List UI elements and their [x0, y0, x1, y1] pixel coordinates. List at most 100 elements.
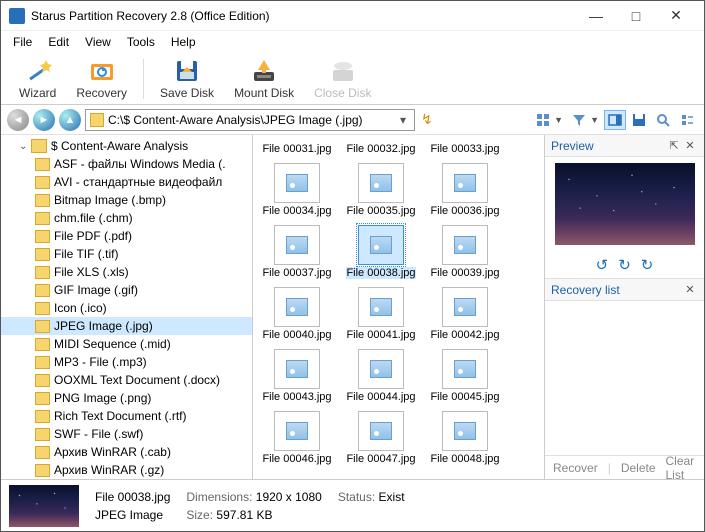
recovery-list[interactable] [545, 301, 704, 455]
path-dropdown-icon[interactable]: ▾ [396, 113, 410, 127]
file-label: File 00038.jpg [346, 267, 415, 279]
save-button[interactable] [628, 110, 650, 130]
chevron-down-icon[interactable]: ▼ [590, 115, 599, 125]
folder-icon [35, 248, 50, 261]
file-item[interactable]: File 00034.jpg [255, 159, 339, 221]
file-label: File 00037.jpg [262, 267, 331, 279]
status-label: Status: [338, 490, 375, 504]
file-item[interactable]: File 00041.jpg [339, 283, 423, 345]
nav-back-button[interactable]: ◄ [7, 109, 29, 131]
refresh-button[interactable]: ↯ [419, 111, 435, 128]
minimize-button[interactable]: ― [576, 2, 616, 30]
tree-item-label: Rich Text Document (.rtf) [54, 409, 186, 423]
preview-close-icon[interactable]: ✕ [682, 139, 698, 152]
options-button[interactable] [676, 110, 698, 130]
file-label: File 00043.jpg [262, 391, 331, 403]
recovery-list-header: Recovery list ✕ [545, 279, 704, 301]
file-item[interactable]: File 00045.jpg [423, 345, 507, 407]
file-label: File 00044.jpg [346, 391, 415, 403]
preview-pin-icon[interactable]: ⇱ [666, 139, 682, 152]
close-button[interactable]: ✕ [656, 2, 696, 30]
file-item[interactable]: File 00036.jpg [423, 159, 507, 221]
image-icon [286, 236, 308, 254]
tree-item[interactable]: JPEG Image (.jpg) [1, 317, 252, 335]
file-item[interactable]: File 00043.jpg [255, 345, 339, 407]
preview-toggle-button[interactable] [604, 110, 626, 130]
tree-item[interactable]: Rich Text Document (.rtf) [1, 407, 252, 425]
folder-icon [35, 320, 50, 333]
tree-item-label: Bitmap Image (.bmp) [54, 193, 166, 207]
image-icon [286, 174, 308, 192]
menu-help[interactable]: Help [163, 33, 204, 51]
mount-disk-icon [250, 58, 278, 84]
tree-item-label: Icon (.ico) [54, 301, 107, 315]
file-item[interactable]: File 00038.jpg [339, 221, 423, 283]
tree-item[interactable]: chm.file (.chm) [1, 209, 252, 227]
tree-item[interactable]: OOXML Text Document (.docx) [1, 371, 252, 389]
nav-forward-button[interactable]: ► [33, 109, 55, 131]
tree-item[interactable]: PNG Image (.png) [1, 389, 252, 407]
clear-list-button[interactable]: Clear List [662, 454, 699, 480]
tree-item[interactable]: MP3 - File (.mp3) [1, 353, 252, 371]
tree-item[interactable]: AVI - стандартные видеофайл [1, 173, 252, 191]
file-item[interactable]: File 00040.jpg [255, 283, 339, 345]
file-grid[interactable]: File 00031.jpg File 00032.jpgFile 00033.j… [253, 135, 544, 479]
menu-tools[interactable]: Tools [119, 33, 163, 51]
tree-item[interactable]: Архив WinRAR (.cab) [1, 443, 252, 461]
recovery-button[interactable]: Recovery [66, 56, 137, 102]
folder-tree[interactable]: ⌄ $ Content-Aware Analysis ASF - файлы W… [1, 135, 253, 479]
menu-file[interactable]: File [5, 33, 40, 51]
file-item[interactable]: File 00032.jpg [339, 139, 423, 159]
maximize-button[interactable]: □ [616, 2, 656, 30]
tree-item[interactable]: File PDF (.pdf) [1, 227, 252, 245]
rotate-right-icon[interactable]: ↻ [641, 256, 654, 274]
file-item[interactable]: File 00039.jpg [423, 221, 507, 283]
file-item[interactable]: File 00031.jpg [255, 139, 339, 159]
rotate-left-icon[interactable]: ↺ [596, 256, 609, 274]
tree-item-label: AVI - стандартные видеофайл [54, 175, 222, 189]
folder-icon [35, 410, 50, 423]
save-disk-button[interactable]: Save Disk [150, 56, 224, 102]
path-box[interactable]: ▾ [85, 109, 415, 131]
filter-button[interactable] [568, 110, 590, 130]
tree-item[interactable]: Bitmap Image (.bmp) [1, 191, 252, 209]
chevron-down-icon[interactable]: ▼ [554, 115, 563, 125]
tree-item-label: ASF - файлы Windows Media (. [54, 157, 226, 171]
tree-item[interactable]: File XLS (.xls) [1, 263, 252, 281]
file-item[interactable]: File 00047.jpg [339, 407, 423, 469]
delete-button[interactable]: Delete [617, 461, 660, 475]
file-item[interactable]: File 00042.jpg [423, 283, 507, 345]
tree-item[interactable]: Архив WinRAR (.gz) [1, 461, 252, 479]
recovery-list-close-icon[interactable]: ✕ [682, 283, 698, 296]
view-mode-button[interactable] [532, 110, 554, 130]
file-item[interactable]: File 00046.jpg [255, 407, 339, 469]
file-item[interactable]: File 00033.jpg [423, 139, 507, 159]
file-item[interactable]: File 00044.jpg [339, 345, 423, 407]
file-thumb [442, 411, 488, 451]
image-icon [370, 360, 392, 378]
file-item[interactable]: File 00048.jpg [423, 407, 507, 469]
tree-item[interactable]: File TIF (.tif) [1, 245, 252, 263]
tree-item[interactable]: MIDI Sequence (.mid) [1, 335, 252, 353]
folder-icon [35, 446, 50, 459]
collapse-icon[interactable]: ⌄ [19, 141, 31, 152]
mount-disk-button[interactable]: Mount Disk [224, 56, 304, 102]
tree-item[interactable]: SWF - File (.swf) [1, 425, 252, 443]
nav-up-button[interactable]: ▲ [59, 109, 81, 131]
save-disk-label: Save Disk [160, 86, 214, 100]
tree-item[interactable]: GIF Image (.gif) [1, 281, 252, 299]
menu-edit[interactable]: Edit [40, 33, 77, 51]
file-label: File 00031.jpg [262, 143, 331, 155]
tree-root[interactable]: ⌄ $ Content-Aware Analysis [1, 137, 252, 155]
menu-view[interactable]: View [77, 33, 119, 51]
recover-button[interactable]: Recover [549, 461, 602, 475]
tree-item[interactable]: ASF - файлы Windows Media (. [1, 155, 252, 173]
search-button[interactable] [652, 110, 674, 130]
path-input[interactable] [108, 113, 396, 127]
file-item[interactable]: File 00037.jpg [255, 221, 339, 283]
rotate-down-icon[interactable]: ↻ [618, 256, 631, 274]
tree-item[interactable]: Icon (.ico) [1, 299, 252, 317]
file-item[interactable]: File 00035.jpg [339, 159, 423, 221]
wizard-button[interactable]: Wizard [9, 56, 66, 102]
nav-bar: ◄ ► ▲ ▾ ↯ ▼ ▼ [1, 105, 704, 135]
